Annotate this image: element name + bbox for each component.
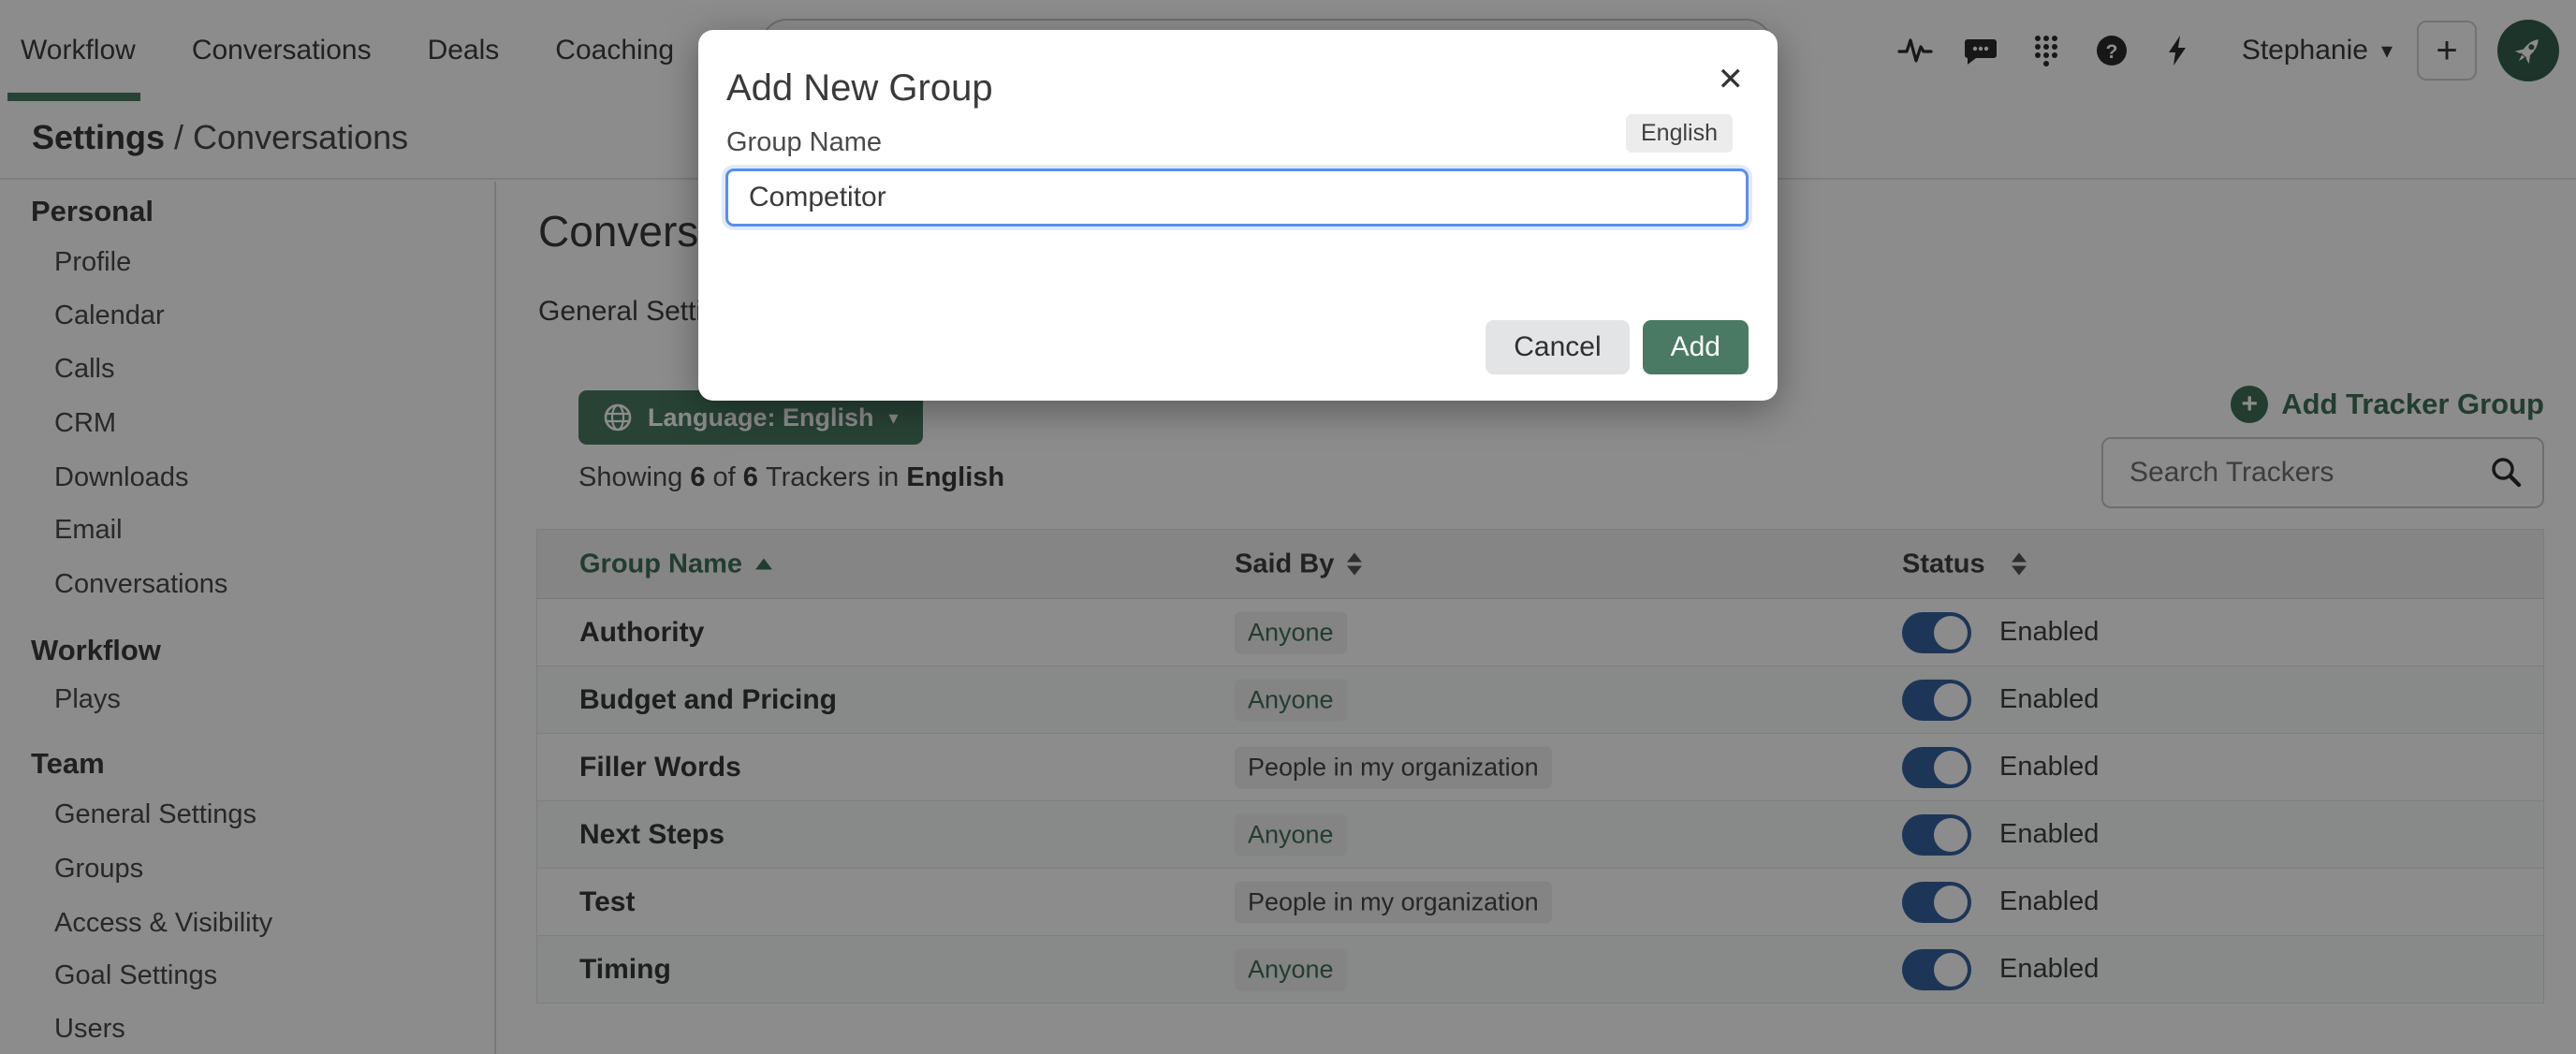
modal-language-badge: English bbox=[1626, 114, 1733, 153]
group-name-field-label: Group Name bbox=[726, 127, 882, 158]
cancel-button[interactable]: Cancel bbox=[1486, 320, 1629, 374]
group-name-input[interactable] bbox=[725, 168, 1749, 227]
add-button[interactable]: Add bbox=[1643, 320, 1749, 374]
close-icon[interactable]: ✕ bbox=[1718, 64, 1745, 95]
app-screen: Workflow Conversations Deals Coaching bbox=[0, 0, 2576, 1054]
modal-title: Add New Group bbox=[726, 67, 993, 110]
modal-actions: Cancel Add bbox=[1486, 320, 1749, 374]
add-new-group-modal: Add New Group ✕ English Group Name Cance… bbox=[698, 30, 1778, 401]
